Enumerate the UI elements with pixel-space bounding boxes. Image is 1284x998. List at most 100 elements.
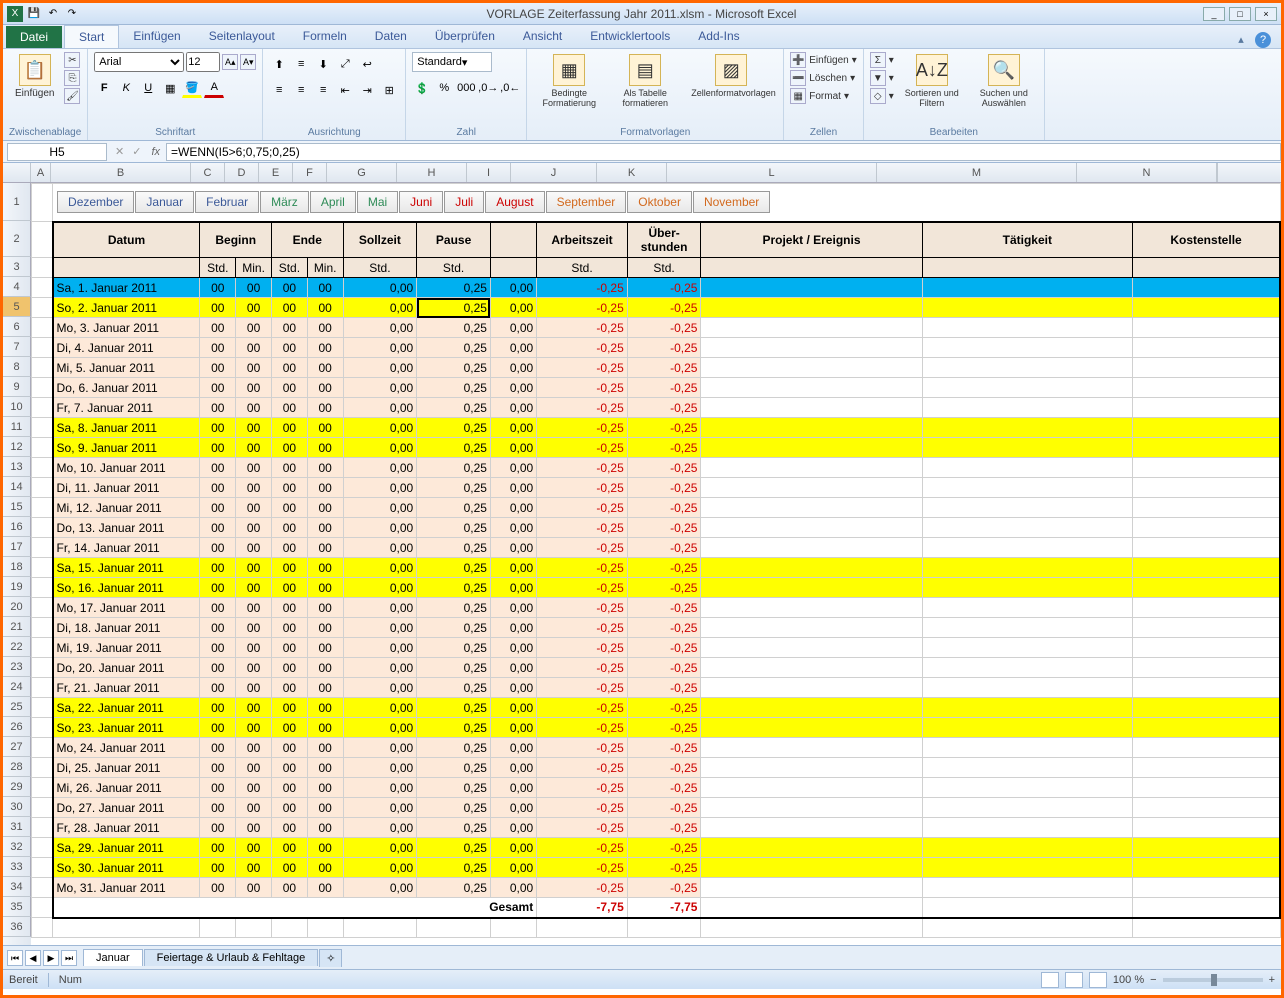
col-header-B[interactable]: B: [51, 163, 191, 182]
cell[interactable]: So, 16. Januar 2011: [53, 578, 200, 598]
row-header-13[interactable]: 13: [3, 457, 31, 477]
cell[interactable]: Mi, 26. Januar 2011: [53, 778, 200, 798]
conditional-formatting-button[interactable]: ▦Bedingte Formatierung: [533, 52, 605, 110]
cell[interactable]: [32, 618, 53, 638]
font-name-select[interactable]: Arial: [94, 52, 184, 72]
cell[interactable]: 00: [236, 358, 272, 378]
zoom-in-icon[interactable]: +: [1269, 974, 1275, 986]
cell[interactable]: -0,25: [537, 318, 628, 338]
cell[interactable]: [922, 798, 1133, 818]
cell[interactable]: [922, 358, 1133, 378]
cell[interactable]: 0,00: [343, 498, 417, 518]
cell[interactable]: 00: [236, 878, 272, 898]
subheader-cell[interactable]: [701, 258, 922, 278]
cell[interactable]: -0,25: [627, 358, 701, 378]
cut-icon[interactable]: ✂: [64, 52, 80, 68]
cell[interactable]: 00: [271, 738, 307, 758]
cell[interactable]: -0,25: [537, 458, 628, 478]
cell[interactable]: -0,25: [537, 438, 628, 458]
cell[interactable]: [701, 878, 922, 898]
cell[interactable]: [701, 758, 922, 778]
cell[interactable]: 0,25: [417, 738, 491, 758]
cell[interactable]: Di, 4. Januar 2011: [53, 338, 200, 358]
cell[interactable]: Sa, 29. Januar 2011: [53, 838, 200, 858]
cell[interactable]: 00: [200, 358, 236, 378]
cell[interactable]: 00: [307, 358, 343, 378]
cell[interactable]: -0,25: [627, 758, 701, 778]
cell[interactable]: [922, 338, 1133, 358]
ribbon-tab-formeln[interactable]: Formeln: [289, 25, 361, 48]
cell[interactable]: [922, 678, 1133, 698]
cell[interactable]: 00: [200, 338, 236, 358]
cell[interactable]: 0,25: [417, 778, 491, 798]
row-header-9[interactable]: 9: [3, 377, 31, 397]
cell[interactable]: [1133, 778, 1280, 798]
cell[interactable]: [32, 718, 53, 738]
cell[interactable]: 0,00: [343, 518, 417, 538]
col-header-H[interactable]: H: [397, 163, 467, 182]
cell[interactable]: 0,25: [417, 578, 491, 598]
cell[interactable]: Sa, 15. Januar 2011: [53, 558, 200, 578]
formula-input[interactable]: =WENN(I5>6;0,75;0,25): [166, 143, 1281, 161]
cell[interactable]: [922, 838, 1133, 858]
sort-filter-button[interactable]: A↓ZSortieren und Filtern: [898, 52, 966, 110]
subheader-cell[interactable]: Std.: [627, 258, 701, 278]
cell[interactable]: 00: [271, 358, 307, 378]
cell[interactable]: -0,25: [627, 318, 701, 338]
cell[interactable]: 00: [271, 478, 307, 498]
month-btn-juni[interactable]: Juni: [399, 191, 443, 213]
cell[interactable]: 00: [200, 418, 236, 438]
cell[interactable]: [922, 878, 1133, 898]
number-format-select[interactable]: Standard ▾: [412, 52, 492, 72]
cell[interactable]: 00: [200, 558, 236, 578]
cell[interactable]: 0,00: [343, 718, 417, 738]
cell[interactable]: Do, 27. Januar 2011: [53, 798, 200, 818]
format-cells-button[interactable]: ▦ Format ▾: [790, 88, 857, 104]
cell[interactable]: 00: [200, 578, 236, 598]
cell[interactable]: [922, 378, 1133, 398]
month-btn-november[interactable]: November: [693, 191, 770, 213]
cell[interactable]: 00: [307, 638, 343, 658]
cell[interactable]: 00: [200, 498, 236, 518]
cell[interactable]: 00: [307, 778, 343, 798]
header-cell[interactable]: Über-stunden: [627, 222, 701, 258]
cell[interactable]: [32, 558, 53, 578]
cell[interactable]: 00: [271, 398, 307, 418]
cell[interactable]: [701, 498, 922, 518]
cell[interactable]: [922, 718, 1133, 738]
cell[interactable]: -0,25: [537, 378, 628, 398]
cell[interactable]: -0,25: [627, 298, 701, 318]
cell[interactable]: -0,25: [627, 598, 701, 618]
cell[interactable]: [417, 918, 491, 938]
cell[interactable]: 00: [271, 678, 307, 698]
align-center-icon[interactable]: ≡: [291, 80, 311, 100]
ribbon-tab-einfügen[interactable]: Einfügen: [119, 25, 194, 48]
row-header-20[interactable]: 20: [3, 597, 31, 617]
cell[interactable]: [701, 798, 922, 818]
cell[interactable]: -0,25: [627, 478, 701, 498]
cell[interactable]: [32, 778, 53, 798]
cell[interactable]: 0,00: [343, 878, 417, 898]
cell[interactable]: Mo, 24. Januar 2011: [53, 738, 200, 758]
cell[interactable]: 00: [307, 458, 343, 478]
cell[interactable]: [1133, 538, 1280, 558]
ribbon-tab-ansicht[interactable]: Ansicht: [509, 25, 576, 48]
month-btn-mai[interactable]: Mai: [357, 191, 398, 213]
header-cell[interactable]: Datum: [53, 222, 200, 258]
cell[interactable]: 00: [236, 458, 272, 478]
cell[interactable]: -0,25: [537, 418, 628, 438]
align-left-icon[interactable]: ≡: [269, 80, 289, 100]
cell[interactable]: [1133, 458, 1280, 478]
cell[interactable]: 0,00: [343, 618, 417, 638]
subheader-cell[interactable]: Std.: [343, 258, 417, 278]
cell[interactable]: 0,00: [343, 398, 417, 418]
cell[interactable]: [701, 918, 922, 938]
month-btn-august[interactable]: August: [485, 191, 544, 213]
cell[interactable]: 0,00: [490, 718, 536, 738]
cell[interactable]: -0,25: [537, 598, 628, 618]
cell[interactable]: [701, 378, 922, 398]
align-top-icon[interactable]: ⬆: [269, 54, 289, 74]
cell[interactable]: 00: [307, 558, 343, 578]
cell[interactable]: [200, 918, 236, 938]
cell[interactable]: 00: [271, 618, 307, 638]
